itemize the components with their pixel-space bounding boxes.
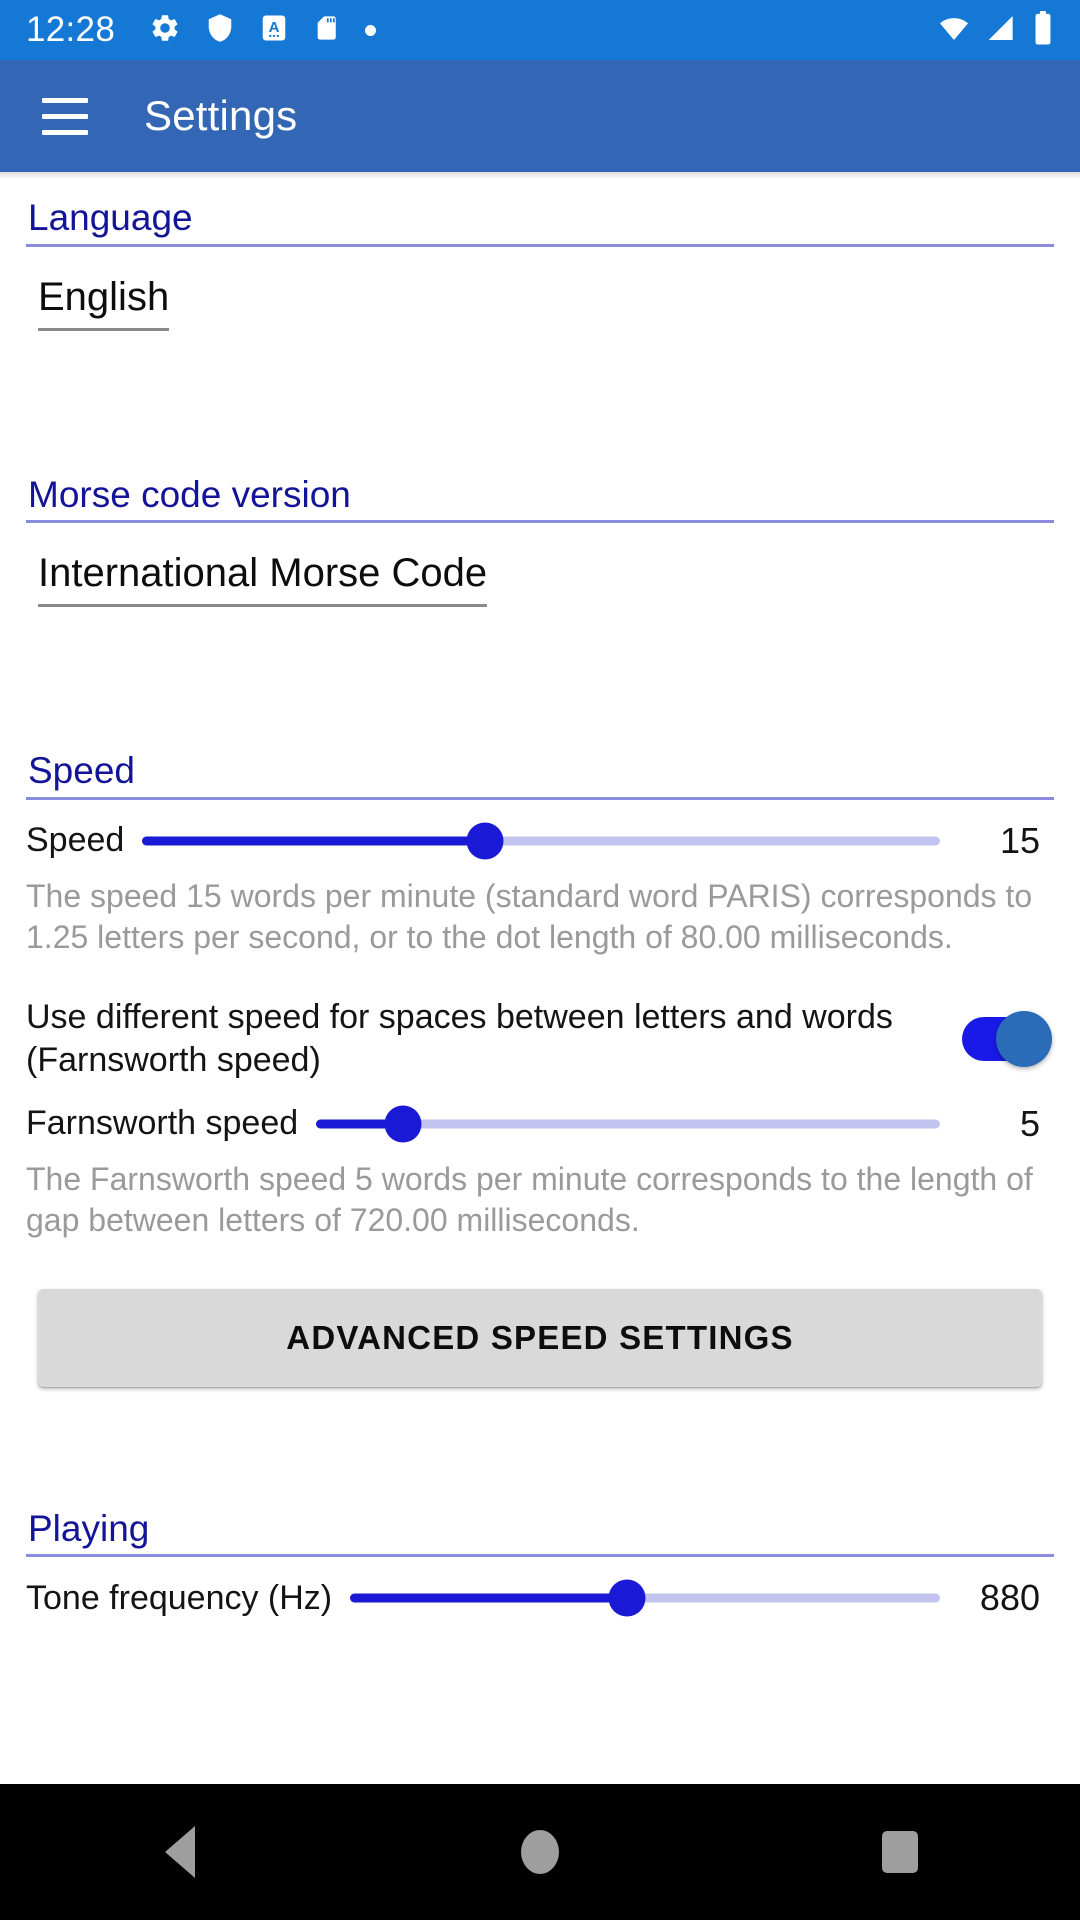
section-language: Language [26, 196, 1054, 247]
tone-frequency-label: Tone frequency (Hz) [26, 1578, 333, 1617]
slider-thumb[interactable] [608, 1579, 646, 1617]
battery-icon [1032, 10, 1054, 50]
farnsworth-toggle-switch[interactable] [962, 1011, 1054, 1068]
speed-slider[interactable] [142, 810, 940, 872]
section-speed: Speed [26, 749, 1054, 800]
farnsworth-toggle-row[interactable]: Use different speed for spaces between l… [26, 996, 1054, 1083]
tone-frequency-slider-row: Tone frequency (Hz) 880 [26, 1567, 1054, 1629]
section-divider [26, 796, 1054, 800]
spinner-underline [38, 604, 488, 608]
farnsworth-slider-label: Farnsworth speed [26, 1104, 299, 1143]
farnsworth-slider-row: Farnsworth speed 5 [26, 1093, 1054, 1155]
section-playing: Playing [26, 1507, 1054, 1558]
morse-version-value: International Morse Code [38, 551, 488, 596]
section-divider [26, 243, 1054, 247]
tone-frequency-slider[interactable] [350, 1567, 940, 1629]
language-spinner[interactable]: English [26, 273, 170, 331]
nav-recents-button[interactable] [825, 1784, 975, 1920]
sd-card-icon [313, 12, 341, 49]
section-title-speed: Speed [28, 750, 135, 792]
home-icon [521, 1830, 559, 1874]
hamburger-menu-icon[interactable] [42, 97, 88, 135]
slider-track-fill [350, 1593, 628, 1603]
nav-home-button[interactable] [465, 1784, 615, 1920]
status-bar-clock: 12:28 [26, 10, 116, 49]
slider-track-fill [142, 836, 486, 846]
speed-slider-row: Speed 15 [26, 810, 1054, 872]
section-title-playing: Playing [28, 1507, 150, 1549]
section-divider [26, 1554, 1054, 1558]
slider-thumb[interactable] [466, 822, 504, 860]
scroll-shadow [0, 172, 1080, 179]
status-bar-system-icons [936, 10, 1054, 50]
recents-icon [882, 1831, 918, 1873]
back-icon [165, 1826, 195, 1878]
page-title: Settings [144, 92, 298, 139]
cellular-signal-icon [986, 12, 1018, 49]
speed-helper-text: The speed 15 words per minute (standard … [26, 877, 1033, 955]
app-screen: 12:28 A Settings Language English Morse … [0, 0, 1080, 1920]
advanced-speed-settings-button[interactable]: ADVANCED SPEED SETTINGS [38, 1288, 1042, 1387]
status-bar-notification-icons: A [149, 12, 377, 49]
farnsworth-toggle-label: Use different speed for spaces between l… [26, 997, 893, 1080]
dot-icon [365, 24, 377, 36]
svg-text:A: A [269, 18, 280, 35]
switch-thumb [996, 1011, 1052, 1068]
language-value: English [38, 274, 170, 319]
farnsworth-helper-text: The Farnsworth speed 5 words per minute … [26, 1160, 1033, 1238]
slider-thumb[interactable] [384, 1105, 422, 1143]
wifi-icon [936, 12, 972, 49]
farnsworth-slider[interactable] [316, 1093, 940, 1155]
shield-icon [205, 12, 235, 49]
translate-a-icon: A [259, 12, 289, 49]
settings-scroll-content[interactable]: Language English Morse code version Inte… [0, 172, 1080, 1784]
morse-version-spinner[interactable]: International Morse Code [26, 549, 488, 608]
status-bar: 12:28 A [0, 0, 1080, 60]
speed-slider-value: 15 [999, 819, 1040, 861]
section-title-morse-version: Morse code version [28, 473, 351, 515]
system-navigation-bar [0, 1784, 1080, 1920]
section-morse-version: Morse code version [26, 473, 1054, 524]
speed-slider-label: Speed [26, 821, 125, 860]
gear-icon [149, 12, 181, 49]
farnsworth-slider-value: 5 [1019, 1102, 1040, 1144]
app-bar: Settings [0, 60, 1080, 172]
section-title-language: Language [28, 197, 193, 238]
nav-back-button[interactable] [105, 1784, 255, 1920]
section-divider [26, 520, 1054, 524]
tone-frequency-value: 880 [979, 1577, 1040, 1619]
spinner-underline [38, 327, 170, 331]
advanced-speed-settings-wrap: ADVANCED SPEED SETTINGS [26, 1288, 1054, 1387]
